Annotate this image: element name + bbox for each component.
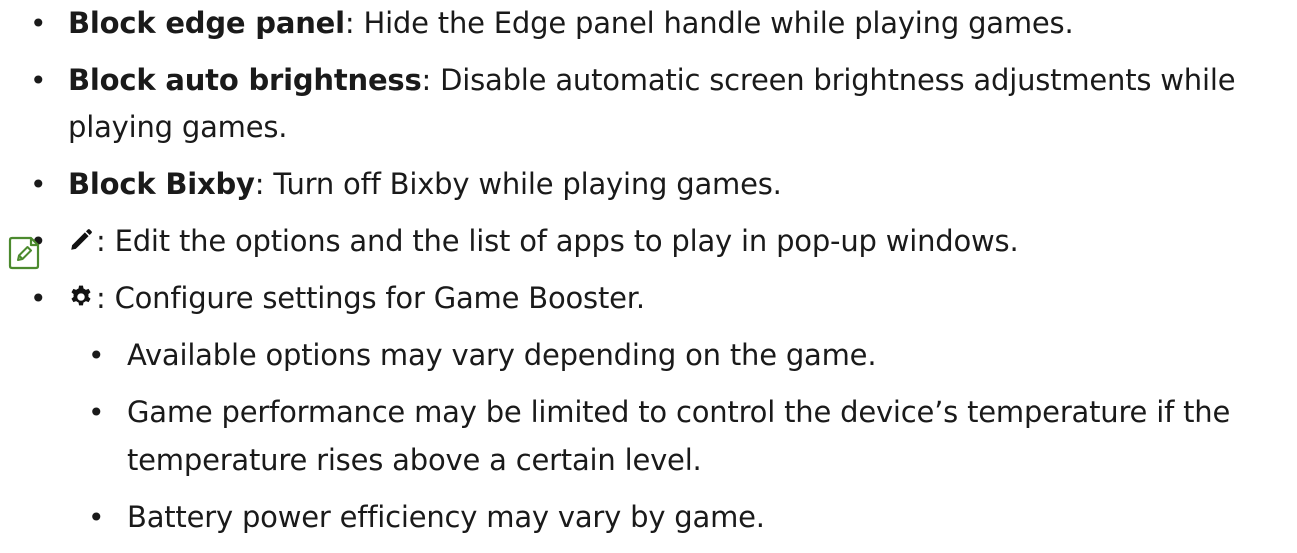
item-text: Block edge panel: Hide the Edge panel ha… — [68, 3, 1074, 44]
pencil-icon — [68, 227, 94, 253]
item-text: : Configure settings for Game Booster. — [68, 278, 645, 319]
item-term: Block Bixby — [68, 167, 255, 201]
item-text: Block auto brightness: Disable automatic… — [68, 60, 1236, 101]
item-description-cont: playing games. — [68, 110, 288, 144]
note-text: Game performance may be limited to contr… — [127, 395, 1231, 429]
bullet: • — [88, 339, 105, 372]
bullet: • — [88, 501, 105, 534]
bullet: • — [30, 7, 47, 40]
item-description: : Turn off Bixby while playing games. — [254, 167, 782, 201]
item-description: : Configure settings for Game Booster. — [96, 281, 645, 315]
bullet: • — [88, 396, 105, 429]
gear-icon — [68, 284, 94, 310]
bullet: • — [30, 168, 47, 201]
bullet: • — [30, 64, 47, 97]
note-text: Battery power efficiency may vary by gam… — [127, 500, 765, 534]
item-description: : Hide the Edge panel handle while playi… — [344, 6, 1074, 40]
bullet: • — [30, 282, 47, 315]
item-text: : Edit the options and the list of apps … — [68, 221, 1019, 262]
note-text-cont: temperature rises above a certain level. — [127, 443, 702, 477]
item-description: : Edit the options and the list of apps … — [96, 224, 1019, 258]
item-text: Block Bixby: Turn off Bixby while playin… — [68, 164, 782, 205]
item-term: Block edge panel — [68, 6, 345, 40]
item-term: Block auto brightness — [68, 63, 422, 97]
note-icon — [7, 236, 41, 270]
item-description: : Disable automatic screen brightness ad… — [421, 63, 1236, 97]
note-text: Available options may vary depending on … — [127, 338, 877, 372]
